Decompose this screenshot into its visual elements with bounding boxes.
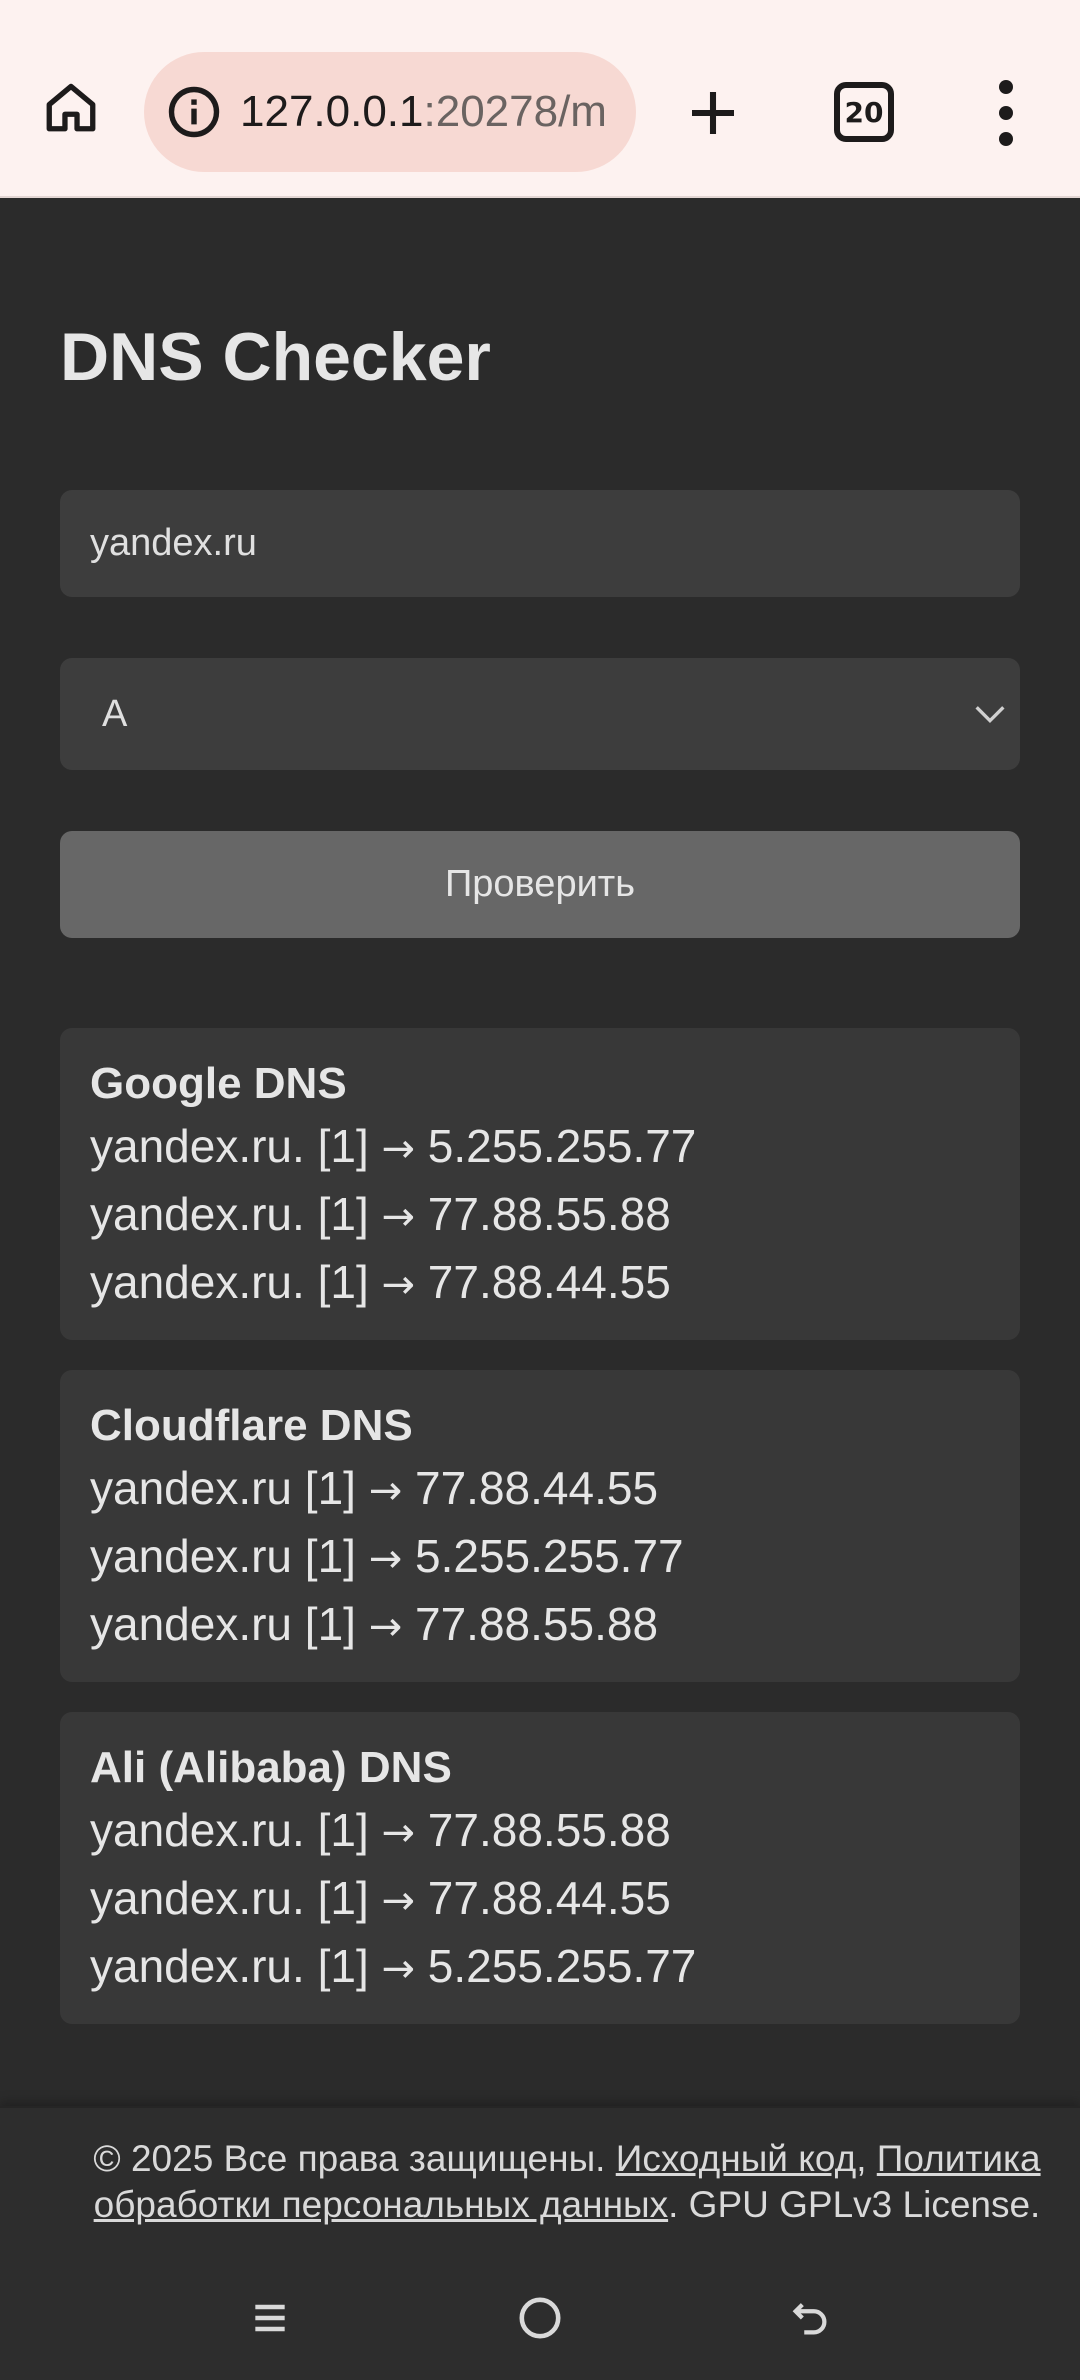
check-button[interactable]: Проверить [60, 831, 1020, 938]
nav-home-button[interactable] [510, 2288, 570, 2348]
tab-switcher-button[interactable]: 20 [834, 82, 894, 142]
copyright-text: © 2025 Все права защищены. [93, 2138, 606, 2179]
record-line: yandex.ru. [1] → 5.255.255.77 [90, 1120, 697, 1172]
record-type-select[interactable]: A [60, 658, 1020, 770]
page-title: DNS Checker [60, 319, 491, 395]
address-bar[interactable]: 127.0.0.1:20278/m [144, 52, 636, 172]
record-line: yandex.ru. [1] → 77.88.55.88 [90, 1804, 671, 1856]
home-icon [46, 83, 96, 132]
record-line: yandex.ru. [1] → 77.88.44.55 [90, 1872, 671, 1924]
source-code-link[interactable]: Исходный код [616, 2138, 856, 2179]
record-line: yandex.ru. [1] → 5.255.255.77 [90, 1940, 697, 1992]
provider-name: Ali (Alibaba) DNS [90, 1743, 452, 1792]
back-icon [792, 2303, 827, 2335]
recents-button[interactable] [240, 2288, 300, 2348]
chevron-down-icon [975, 706, 1005, 724]
url-text: 127.0.0.1:20278/m [240, 87, 607, 137]
record-line: yandex.ru. [1] → 77.88.44.55 [90, 1256, 671, 1308]
record-type-value: A [102, 692, 128, 735]
provider-name: Google DNS [90, 1059, 347, 1108]
footer-text: © 2025 Все права защищены. Исходный код,… [93, 2138, 1041, 2225]
provider-name: Cloudflare DNS [90, 1401, 413, 1450]
url-path: :20278/m [423, 87, 607, 136]
plus-icon [692, 92, 734, 134]
result-card-google: Google DNS yandex.ru. [1] → 5.255.255.77… [60, 1028, 1020, 1340]
record-line: yandex.ru [1] → 5.255.255.77 [90, 1530, 684, 1582]
record-line: yandex.ru. [1] → 77.88.55.88 [90, 1188, 671, 1240]
browser-toolbar: 127.0.0.1:20278/m 20 [0, 0, 1080, 198]
record-line: yandex.ru [1] → 77.88.55.88 [90, 1598, 659, 1650]
url-host: 127.0.0.1 [240, 87, 424, 136]
home-button[interactable] [36, 72, 106, 142]
new-tab-button[interactable] [676, 76, 750, 150]
license-text: . GPU GPLv3 License. [668, 2184, 1041, 2225]
result-card-cloudflare: Cloudflare DNS yandex.ru [1] → 77.88.44.… [60, 1370, 1020, 1682]
info-icon[interactable] [166, 84, 222, 140]
recents-icon [255, 2304, 285, 2332]
domain-input[interactable] [60, 490, 1020, 597]
back-button[interactable] [780, 2288, 840, 2348]
circle-home-icon [519, 2297, 561, 2339]
more-vert-icon[interactable] [986, 80, 1026, 146]
record-line: yandex.ru [1] → 77.88.44.55 [90, 1462, 659, 1514]
result-card-alibaba: Ali (Alibaba) DNS yandex.ru. [1] → 77.88… [60, 1712, 1020, 2024]
